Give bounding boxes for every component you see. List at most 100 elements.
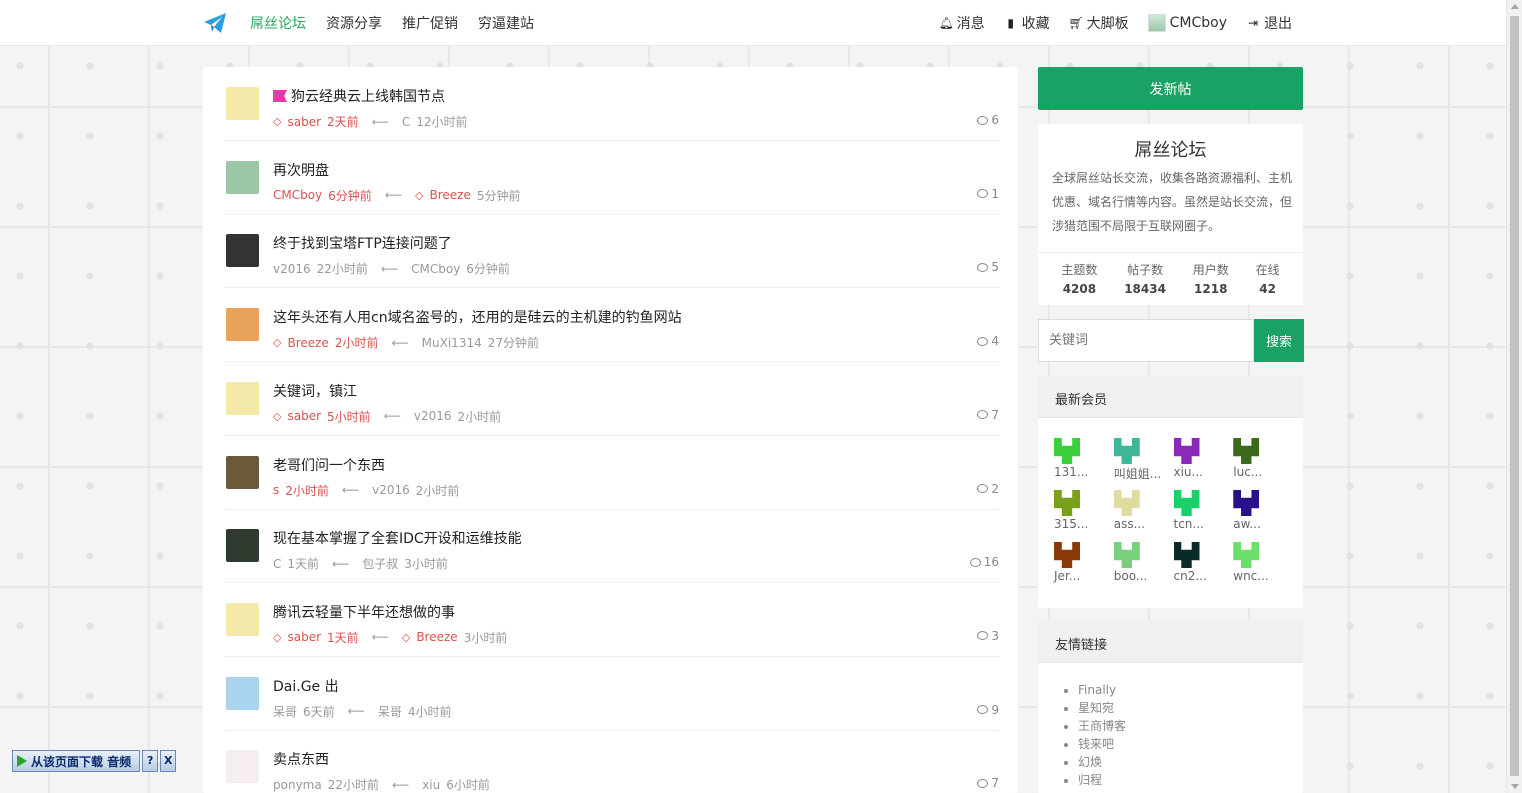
author-name[interactable]: saber — [287, 630, 321, 644]
topic-row[interactable]: 腾讯云轻量下半年还想做的事 ◇ saber 1天前 ⟵ ◇ Breeze 3小时前 3 — [225, 583, 999, 657]
scrollbar-thumb[interactable] — [1510, 16, 1519, 776]
author-name[interactable]: ponyma — [273, 778, 322, 792]
cart-link[interactable]: 🛒︎ 大脚板 — [1069, 13, 1129, 33]
last-reply-user[interactable]: C — [402, 115, 410, 129]
last-reply-user[interactable]: v2016 — [372, 483, 410, 497]
topic-row[interactable]: 老哥们问一个东西 s 2小时前 ⟵ v2016 2小时前 2 — [225, 436, 999, 510]
comment-bubble-icon — [977, 778, 989, 788]
author-name[interactable]: saber — [287, 409, 321, 423]
topic-row[interactable]: 再次明盘 CMCboy 6分钟前 ⟵ ◇ Breeze 5分钟前 1 — [225, 141, 999, 215]
new-post-button[interactable]: 发新帖 — [1038, 67, 1303, 110]
last-reply-time: 27分钟前 — [487, 336, 540, 351]
author-avatar[interactable] — [226, 602, 259, 636]
identicon-avatar — [1173, 438, 1200, 464]
friend-link[interactable]: 幻焕 — [1078, 753, 1303, 771]
scroll-up-arrow-icon[interactable] — [1511, 4, 1519, 9]
author-name[interactable]: v2016 — [273, 262, 311, 276]
member-item[interactable]: ass... — [1113, 490, 1174, 538]
topic-meta: ◇ saber 2天前 ⟵ C 12小时前 — [273, 113, 468, 130]
nav-link-site-building[interactable]: 穷逼建站 — [478, 13, 534, 33]
friend-link[interactable]: 王商博客 — [1078, 717, 1303, 735]
gem-icon: ◇ — [273, 630, 282, 644]
topic-row[interactable]: 关键词，镇江 ◇ saber 5小时前 ⟵ v2016 2小时前 7 — [225, 362, 999, 436]
topic-title[interactable]: 狗云经典云上线韩国节点 — [273, 86, 445, 106]
last-reply-time: 5分钟前 — [476, 188, 521, 203]
author-avatar[interactable] — [226, 676, 259, 710]
profile-link[interactable]: CMCboy — [1147, 14, 1227, 32]
author-avatar[interactable] — [226, 87, 259, 120]
topic-row[interactable]: 现在基本掌握了全套IDC开设和运维技能 C 1天前 ⟵ 包子叔 3小时前 16 — [225, 509, 999, 584]
member-item[interactable]: boo... — [1113, 542, 1174, 590]
topic-title[interactable]: 老哥们问一个东西 — [273, 455, 385, 475]
last-reply-user[interactable]: CMCboy — [411, 262, 460, 276]
author-avatar[interactable] — [226, 381, 259, 415]
member-item[interactable]: xiu... — [1173, 438, 1234, 486]
topic-row[interactable]: 卖点东西 ponyma 22小时前 ⟵ xiu 6小时前 7 — [225, 730, 999, 793]
topic-title[interactable]: 现在基本掌握了全套IDC开设和运维技能 — [273, 528, 522, 548]
member-item[interactable]: 叫姐姐... — [1113, 438, 1174, 486]
topic-row[interactable]: 狗云经典云上线韩国节点 ◇ saber 2天前 ⟵ C 12小时前 6 — [225, 67, 999, 141]
author-name[interactable]: saber — [287, 115, 321, 129]
nav-link-forum[interactable]: 屌丝论坛 — [250, 13, 306, 33]
member-item[interactable]: 315... — [1054, 490, 1114, 538]
close-button[interactable]: X — [160, 750, 177, 772]
author-avatar[interactable] — [226, 455, 259, 489]
nav-link-resources[interactable]: 资源分享 — [326, 13, 382, 33]
topic-title[interactable]: 终于找到宝塔FTP连接问题了 — [273, 233, 452, 253]
author-avatar[interactable] — [226, 234, 259, 268]
post-time: 2天前 — [327, 115, 359, 129]
member-item[interactable]: aw... — [1233, 490, 1293, 538]
author-name[interactable]: CMCboy — [273, 188, 322, 202]
main-nav: 屌丝论坛 资源分享 推广促销 穷逼建站 — [250, 0, 534, 46]
messages-link[interactable]: 🔔︎ 消息 — [939, 13, 985, 33]
author-avatar[interactable] — [226, 160, 259, 194]
favorites-link[interactable]: ▮ 收藏 — [1004, 13, 1049, 33]
member-item[interactable]: wnc... — [1233, 542, 1293, 590]
topic-title[interactable]: 卖点东西 — [273, 749, 329, 769]
download-audio-button[interactable]: 从该页面下载 音频 — [12, 750, 141, 772]
nav-link-promotions[interactable]: 推广促销 — [402, 13, 458, 33]
flag-icon — [273, 90, 287, 102]
topic-title[interactable]: 腾讯云轻量下半年还想做的事 — [273, 602, 455, 622]
topic-row[interactable]: 这年头还有人用cn域名盗号的，还用的是硅云的主机建的钓鱼网站 ◇ Breeze 2小时… — [225, 288, 999, 363]
member-item[interactable]: cn2... — [1173, 542, 1234, 590]
logout-link[interactable]: ⇥ 退出 — [1246, 13, 1292, 33]
last-reply-user[interactable]: v2016 — [414, 409, 452, 423]
topic-row[interactable]: Dai.Ge 出呆哥 6天前 ⟵ 呆哥 4小时前 9 — [225, 657, 999, 731]
member-item[interactable]: tcn... — [1173, 490, 1234, 538]
author-avatar[interactable] — [226, 750, 259, 784]
topic-title[interactable]: 再次明盘 — [273, 160, 329, 180]
last-reply-user[interactable]: xiu — [422, 778, 440, 792]
friend-link[interactable]: 归程 — [1078, 771, 1303, 789]
scroll-down-arrow-icon[interactable] — [1511, 784, 1519, 789]
topic-title[interactable]: 关键词，镇江 — [273, 381, 357, 401]
last-reply-user[interactable]: 呆哥 — [378, 703, 402, 720]
help-button[interactable]: ? — [142, 750, 159, 772]
friend-link[interactable]: 星知宛 — [1078, 699, 1303, 717]
friend-link[interactable]: Finally — [1078, 681, 1303, 699]
last-reply-user[interactable]: MuXi1314 — [422, 336, 482, 350]
member-item[interactable]: luc... — [1233, 438, 1293, 486]
last-reply-user[interactable]: Breeze — [416, 630, 457, 644]
author-name[interactable]: Breeze — [287, 336, 328, 350]
search-input[interactable] — [1038, 319, 1254, 362]
vertical-scrollbar[interactable] — [1506, 0, 1522, 793]
author-name[interactable]: C — [273, 557, 281, 571]
last-reply-user[interactable]: 包子叔 — [362, 555, 398, 572]
author-avatar[interactable] — [226, 308, 259, 342]
telegram-logo-icon[interactable] — [203, 12, 227, 34]
topic-title[interactable]: Dai.Ge 出 — [273, 676, 339, 696]
author-name[interactable]: s — [273, 483, 279, 497]
author-name[interactable]: 呆哥 — [273, 703, 297, 720]
friend-link[interactable]: 钱来吧 — [1078, 735, 1303, 753]
topic-row[interactable]: 终于找到宝塔FTP连接问题了 v2016 22小时前 ⟵ CMCboy 6分钟前 5 — [225, 214, 999, 289]
topic-title[interactable]: 这年头还有人用cn域名盗号的，还用的是硅云的主机建的钓鱼网站 — [273, 307, 682, 327]
member-item[interactable]: 131... — [1054, 438, 1114, 486]
topic-meta: v2016 22小时前 ⟵ CMCboy 6分钟前 — [273, 260, 510, 277]
comment-bubble-icon — [977, 484, 989, 493]
member-item[interactable]: Jer... — [1054, 542, 1114, 590]
author-avatar[interactable] — [226, 529, 259, 563]
last-reply-user[interactable]: Breeze — [429, 188, 470, 202]
search-button[interactable]: 搜索 — [1254, 319, 1304, 362]
reply-count: 16 — [969, 555, 999, 569]
